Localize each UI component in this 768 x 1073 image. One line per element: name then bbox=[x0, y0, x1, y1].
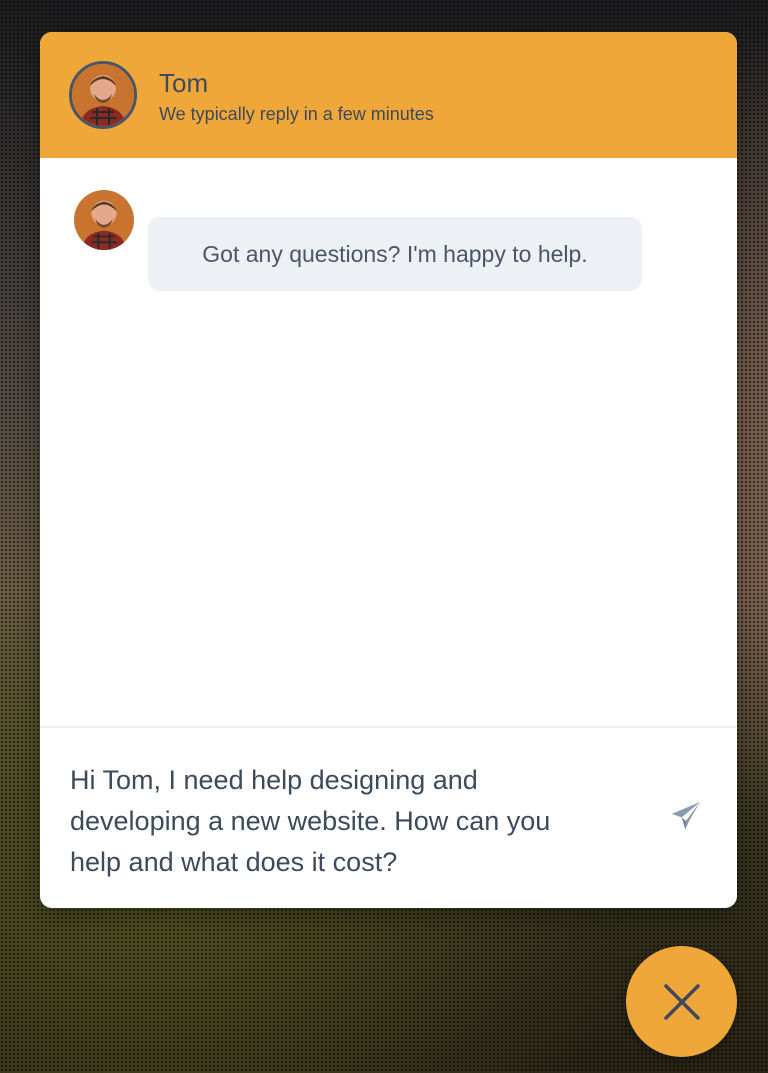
agent-avatar bbox=[69, 61, 137, 129]
chat-header: Tom We typically reply in a few minutes bbox=[40, 32, 737, 158]
message-avatar bbox=[74, 190, 134, 250]
paper-plane-icon bbox=[671, 801, 701, 830]
message-composer[interactable]: Hi Tom, I need help designing and develo… bbox=[40, 728, 737, 908]
chat-window: Tom We typically reply in a few minutes … bbox=[40, 32, 737, 908]
message-list: Got any questions? I'm happy to help. bbox=[40, 158, 737, 726]
message-input[interactable]: Hi Tom, I need help designing and develo… bbox=[70, 760, 650, 883]
close-chat-button[interactable] bbox=[626, 946, 737, 1057]
agent-message-bubble: Got any questions? I'm happy to help. bbox=[148, 217, 642, 291]
send-button[interactable] bbox=[664, 794, 708, 838]
close-icon bbox=[663, 983, 700, 1020]
agent-name: Tom bbox=[159, 68, 209, 98]
agent-status: We typically reply in a few minutes bbox=[159, 104, 434, 124]
